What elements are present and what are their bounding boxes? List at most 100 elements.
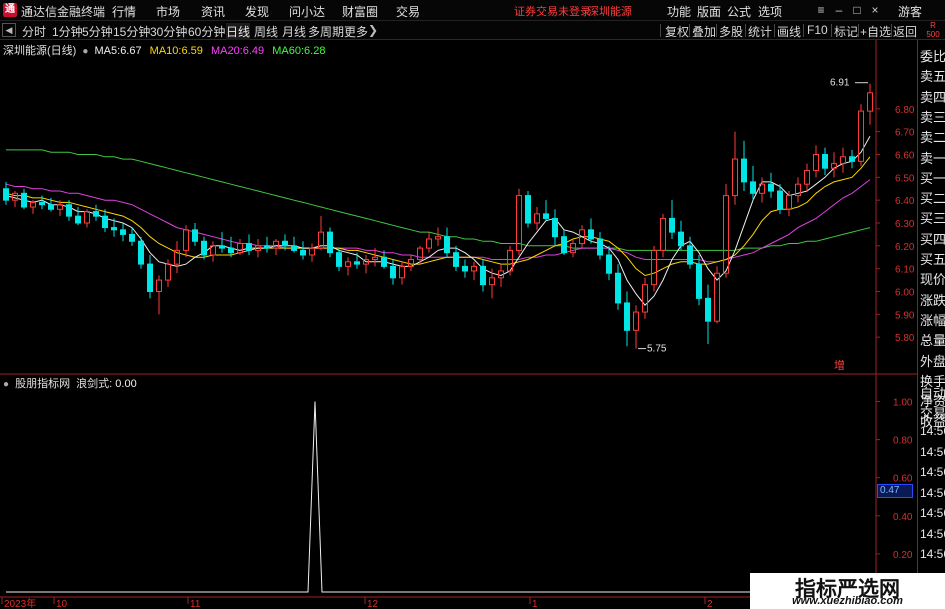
candle-body-down [390,265,396,279]
side-item-13[interactable]: 涨幅 [920,310,945,329]
settings-icon[interactable]: ● [3,379,9,390]
kline-chart[interactable]: 6.915.75增 6.806.706.606.506.406.306.206.… [0,0,945,609]
price-label: 6.40 [895,196,915,207]
candle [201,236,207,260]
candle [75,207,81,226]
date-label: 1 [532,599,538,609]
candle-body-down [336,252,342,267]
side-item-8[interactable]: 买三 [920,208,945,227]
candle-body-down [543,213,549,219]
candle-body-down [678,231,684,247]
candle [759,177,765,203]
ma10-label: MA10: [149,45,182,57]
candle-body-up [435,236,441,240]
settings-icon[interactable]: ● [82,46,88,57]
price-label: 6.70 [895,128,915,139]
side-item-14[interactable]: 总量 [920,330,945,349]
candle [183,225,189,258]
candle-body-down [615,272,621,304]
price-grid [876,108,880,338]
ma60-value: 6.28 [304,45,326,57]
price-label: 6.00 [895,287,915,298]
candle-body-down [354,261,360,265]
candle [453,245,459,271]
sub-label: 0.40 [893,512,913,523]
ma5-label: MA5: [94,45,121,57]
side-item-3[interactable]: 卖三 [920,107,945,126]
candle-body-up [12,192,18,201]
candle-body-down [102,215,108,229]
candle [273,238,279,255]
side-item-12[interactable]: 涨跌 [920,290,945,309]
side-item-5[interactable]: 卖一 [920,148,945,167]
candle [552,209,558,246]
side-item-7[interactable]: 买二 [920,188,945,207]
candle-body-up [651,249,657,286]
candle-body-up [84,211,90,224]
candle [849,149,855,169]
ma-lines [5,135,871,306]
side-item-20[interactable]: 交易 [920,403,945,422]
candle-body-down [291,245,297,251]
candle [795,177,801,203]
candle [597,232,603,260]
candle [561,229,567,255]
candle-body-down [246,243,252,251]
candle [327,227,333,258]
side-item-2[interactable]: 卖四 [920,87,945,106]
indicator-value: 0.00 [115,378,137,390]
candle-body-up [417,247,423,261]
side-item-4[interactable]: 卖二 [920,127,945,146]
candle [480,259,486,292]
side-item-26[interactable]: 14:56 [920,527,945,541]
candle [318,216,324,251]
side-item-24[interactable]: 14:56 [920,486,945,500]
ma20-label: MA20: [210,45,243,57]
price-axis-labels: 6.80 6.70 6.60 6.50 6.40 6.30 6.20 6.10 6.00 5.90… [895,105,915,344]
candle [12,191,18,208]
side-item-23[interactable]: 14:56 [920,465,945,479]
candle [732,131,738,205]
event-marker[interactable]: 增 [834,358,845,372]
side-item-0[interactable]: 委比 [920,46,945,65]
price-label: 5.90 [895,310,915,321]
side-item-22[interactable]: 14:56 [920,445,945,459]
side-item-11[interactable]: 现价 [920,269,945,288]
candle-body-up [867,92,873,112]
candle-body-down [462,265,468,272]
date-label: 11 [190,599,201,609]
candle-body-down [201,240,207,256]
candle-body-up [372,256,378,261]
indicator-source: 股朋指标网 [15,378,71,390]
candle-body-up [840,156,846,165]
low-label: 5.75 [647,344,667,355]
candle-body-down [264,245,270,249]
candle-body-down [39,201,45,206]
side-item-19[interactable]: 自动 [920,383,945,402]
candle [102,209,108,233]
candle-body-up [273,240,279,249]
candle-body-down [111,227,117,231]
candle [237,238,243,255]
side-item-15[interactable]: 外盘 [920,351,945,370]
side-item-25[interactable]: 14:56 [920,506,945,520]
candle [489,268,495,299]
candle-body-down [444,236,450,254]
side-item-1[interactable]: 卖五 [920,66,945,85]
candle-body-down [75,215,81,224]
price-label: 6.30 [895,219,915,230]
candle-body-down [21,192,27,208]
candle-body-up [30,201,36,208]
side-item-6[interactable]: 买一 [920,168,945,187]
side-item-27[interactable]: 14:56 [920,547,945,561]
candle [840,147,846,173]
side-item-21[interactable]: 14:56 [920,424,945,438]
price-label: 6.50 [895,173,915,184]
candle-body-up [660,217,666,251]
candle [471,261,477,281]
side-item-9[interactable]: 买四 [920,229,945,248]
quote-side-panel[interactable]: 委比 卖五 卖四 卖三 卖二 卖一 买一 买二 买三 买四 买五 现价 涨跌 涨幅 总量 外盘 换手 净资 收益 自动… [917,40,945,609]
price-label: 6.80 [895,105,915,116]
side-item-10[interactable]: 买五 [920,249,945,268]
date-label: 2 [707,599,713,609]
